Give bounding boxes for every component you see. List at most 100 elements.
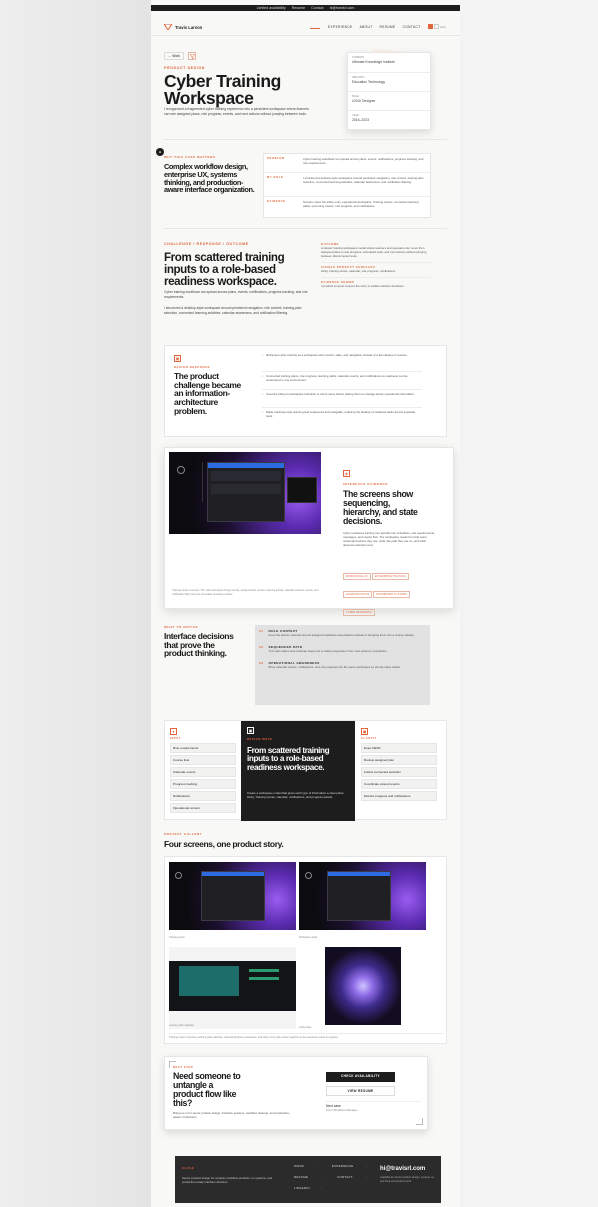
challenge-title: From scattered training inputs to a role…	[164, 251, 285, 288]
evidence-text: 4 product screens connect the story to v…	[321, 284, 405, 289]
footer-email-link[interactable]: hi@travisrl.com	[380, 1166, 425, 1172]
response-badge-icon: ▣	[174, 355, 181, 362]
fact-role-value: UX/UI Designer	[352, 98, 376, 103]
response-item-text: Connected training plans, role progress,…	[266, 374, 408, 383]
training-center-screenshot	[169, 452, 321, 534]
input-item: Course lists	[170, 755, 236, 765]
brand-name: Travis Larson	[175, 24, 203, 30]
footer-linkedin-link[interactable]: LINKEDIN	[294, 1186, 310, 1190]
theme-toggle[interactable]: Dark	[428, 24, 446, 29]
nav-about[interactable]: ABOUT	[360, 25, 373, 29]
clarity-item: Review assigned plan	[361, 755, 437, 765]
surfaces-text: lobby, training center, calendar, role p…	[321, 269, 396, 274]
why-row-role: MY ROLE I structured a desktop-style wor…	[264, 172, 430, 196]
cta-title: Need someone to untangle a product flow …	[173, 1071, 241, 1108]
notice-number: 02	[259, 645, 264, 650]
back-to-work-button[interactable]: ← Work	[164, 52, 184, 60]
gallery-screenshot-workspace[interactable]	[299, 862, 426, 930]
footer-description: Senior product design for complex workfl…	[182, 1176, 273, 1185]
cta-eyebrow: NEXT STEP	[173, 1066, 194, 1069]
notice-number: 01	[259, 629, 264, 633]
brand[interactable]: Travis Larson	[164, 24, 202, 30]
why-row-text: I structured a desktop-style workspace a…	[303, 176, 424, 185]
evidence-badge-icon: ◈	[343, 470, 350, 477]
gallery-caption-3: Learning path roadmap	[169, 1024, 194, 1027]
footer-experience-link[interactable]: EXPERIENCE	[332, 1164, 354, 1175]
next-case-link[interactable]: Next case Form Workflow Manager	[326, 1101, 421, 1112]
gallery-caption-1: Training center	[169, 936, 185, 939]
why-row-label: EVIDENCE	[267, 200, 286, 203]
nav-active-indicator	[310, 28, 320, 29]
footer: CLOSE Senior product design for complex …	[175, 1156, 441, 1203]
tag: CYBER READINESS	[343, 609, 375, 616]
clarity-badge-icon: ◼	[361, 728, 368, 735]
section-divider	[164, 228, 447, 229]
input-item: Role requirements	[170, 743, 236, 753]
evidence-title: The screens show sequencing, hierarchy, …	[343, 489, 418, 526]
clarity-item: Monitor progress and notifications	[361, 791, 437, 801]
why-row-label: PROBLEM	[267, 157, 285, 160]
why-row-label: MY ROLE	[267, 176, 284, 179]
notice-title: Interface decisions that prove the produ…	[164, 631, 234, 659]
input-item: Operational context	[170, 803, 236, 813]
notice-text: Bring calendar events, notifications, an…	[268, 665, 401, 670]
nav-experience[interactable]: EXPERIENCE	[328, 25, 353, 29]
response-item: • Used the lobby-to-workspace transition …	[262, 389, 422, 407]
footer-email-note: available for senior product design, sys…	[380, 1176, 435, 1183]
scroll-indicator-icon[interactable]: ⊕	[156, 148, 164, 156]
top-email-link[interactable]: hi@travisrl.com	[330, 6, 355, 10]
notice-number: 03	[259, 661, 264, 666]
project-facts-card: COMPANY Ultimate Knowledge Institute IND…	[347, 52, 431, 130]
challenge-side-panel: OUTCOME A clearer training workspace mod…	[321, 243, 431, 288]
response-item-text: Made roadmap-style learning feel sequenc…	[266, 410, 416, 419]
gallery-caption-2: Workspace detail	[299, 936, 318, 939]
input-item: Calendar events	[170, 767, 236, 777]
notice-eyebrow: WHAT TO NOTICE	[164, 625, 199, 629]
fact-industry-value: Education Technology	[352, 79, 386, 84]
footer-resume-link[interactable]: RESUME	[294, 1175, 308, 1186]
notice-item: 03 OPERATIONAL AWARENESS Bring calendar e…	[255, 655, 430, 671]
filter-icon	[189, 53, 195, 59]
view-resume-button[interactable]: VIEW RESUME	[326, 1086, 395, 1096]
response-eyebrow: DESIGN RESPONSE	[174, 365, 211, 369]
input-badge-icon: ▾	[170, 728, 177, 735]
gallery-screenshot-training-center[interactable]	[169, 862, 296, 930]
tag: DASHBOARD SYSTEMS	[373, 591, 410, 598]
interface-evidence-card: Training center overview. The main works…	[164, 447, 454, 616]
response-item-text: Reframed cyber training as a workspace w…	[266, 353, 408, 357]
gallery-title: Four screens, one product story.	[164, 839, 284, 849]
gallery-tile-roadmap[interactable]	[169, 947, 296, 1029]
notice-item: 01 ROLE CONTEXT Keep the learner oriented…	[255, 625, 430, 639]
hero-eyebrow: PRODUCT DESIGN	[164, 66, 205, 70]
fact-company-value: Ultimate Knowledge Institute	[352, 59, 395, 64]
fact-role: ROLE UX/UI Designer	[348, 91, 430, 110]
announcement-bar: Limited availability Resume Contact hi@t…	[151, 5, 460, 11]
hero-divider	[164, 139, 447, 140]
design-move-description: Create a workspace model that gives each…	[247, 791, 345, 800]
top-resume-link[interactable]: Resume	[292, 6, 305, 10]
notice-text: Keep the learner oriented around assigne…	[268, 633, 415, 637]
tag: ENTERPRISE TRAINING	[371, 573, 409, 580]
gallery-caption: Training center overview, learning path …	[169, 1033, 444, 1040]
filter-button[interactable]	[188, 52, 196, 60]
evidence-eyebrow: INTERFACE EVIDENCE	[343, 482, 389, 486]
response-item: • Reframed cyber training as a workspace …	[262, 353, 422, 371]
tag: WORKSPACE UX	[343, 573, 371, 580]
check-availability-button[interactable]: CHECK AVAILABILITY	[326, 1072, 395, 1082]
top-contact-link[interactable]: Contact	[311, 6, 323, 10]
clarity-item: Enter DESK	[361, 743, 437, 753]
fact-industry: INDUSTRY Education Technology	[348, 72, 430, 91]
footer-contact-link[interactable]: CONTACT	[337, 1175, 353, 1186]
toggle-on	[428, 24, 433, 29]
nav-contact[interactable]: CONTACT	[403, 25, 421, 29]
response-item-text: Used the lobby-to-workspace transition t…	[266, 392, 415, 396]
design-response-card: ▣ DESIGN RESPONSE The product challenge …	[164, 345, 447, 437]
clarity-item: Coordinate around events	[361, 779, 437, 789]
why-table: PROBLEM Cyber training workflows ran spr…	[263, 153, 431, 218]
nav-divider	[151, 35, 460, 36]
nav-resume[interactable]: RESUME	[380, 25, 396, 29]
footer-work-link[interactable]: WORK	[294, 1164, 304, 1175]
fact-year-value: 2016–2023	[352, 117, 369, 122]
gallery-tile-lobby[interactable]	[299, 947, 426, 1025]
gallery-caption-4: Lobby state	[299, 1026, 312, 1029]
